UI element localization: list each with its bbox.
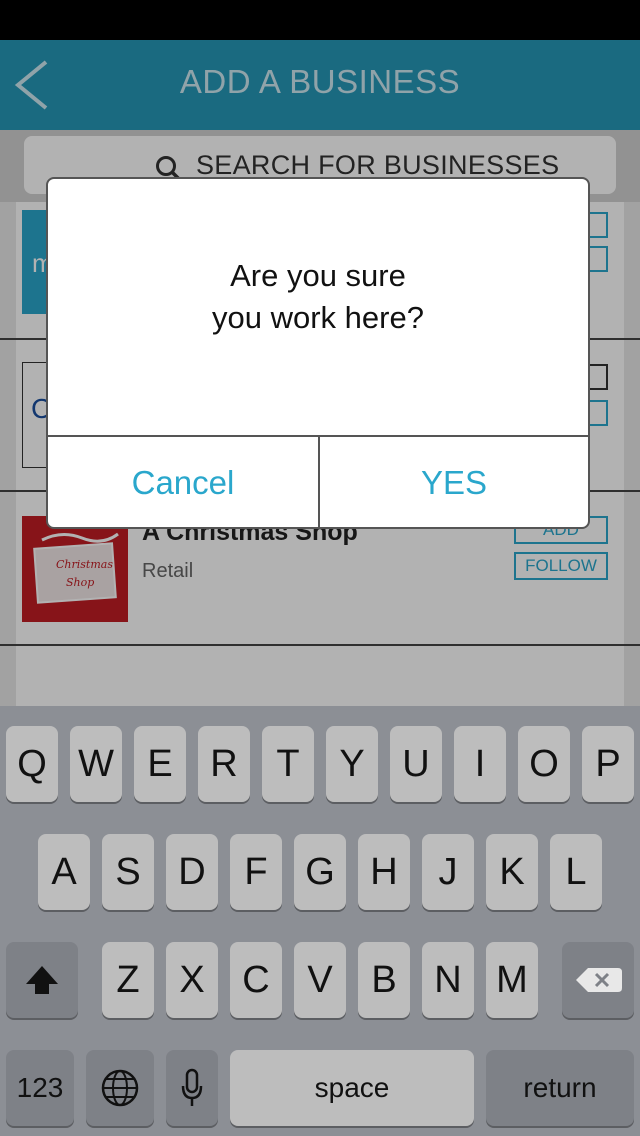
- confirm-dialog: Are you sure you work here? Cancel YES: [46, 177, 590, 529]
- shift-key[interactable]: [6, 942, 78, 1018]
- dialog-message-line2: you work here?: [212, 300, 424, 335]
- key-m[interactable]: M: [486, 942, 538, 1018]
- key-c[interactable]: C: [230, 942, 282, 1018]
- return-key[interactable]: return: [486, 1050, 634, 1126]
- key-i[interactable]: I: [454, 726, 506, 802]
- key-q[interactable]: Q: [6, 726, 58, 802]
- cancel-button[interactable]: Cancel: [48, 437, 318, 527]
- backspace-icon: [576, 968, 622, 992]
- key-f[interactable]: F: [230, 834, 282, 910]
- microphone-icon: [181, 1068, 203, 1106]
- key-v[interactable]: V: [294, 942, 346, 1018]
- key-g[interactable]: G: [294, 834, 346, 910]
- key-x[interactable]: X: [166, 942, 218, 1018]
- dictation-key[interactable]: [166, 1050, 218, 1126]
- key-l[interactable]: L: [550, 834, 602, 910]
- key-r[interactable]: R: [198, 726, 250, 802]
- key-j[interactable]: J: [422, 834, 474, 910]
- globe-key[interactable]: [86, 1050, 154, 1126]
- key-u[interactable]: U: [390, 726, 442, 802]
- key-n[interactable]: N: [422, 942, 474, 1018]
- globe-icon: [101, 1069, 139, 1107]
- shift-icon: [26, 966, 58, 994]
- key-y[interactable]: Y: [326, 726, 378, 802]
- key-o[interactable]: O: [518, 726, 570, 802]
- key-a[interactable]: A: [38, 834, 90, 910]
- key-z[interactable]: Z: [102, 942, 154, 1018]
- keyboard: Q W E R T Y U I O P A S D F G H J K L Z …: [0, 706, 640, 1136]
- status-bar: [0, 0, 640, 40]
- key-h[interactable]: H: [358, 834, 410, 910]
- delete-key[interactable]: [562, 942, 634, 1018]
- key-w[interactable]: W: [70, 726, 122, 802]
- space-key[interactable]: space: [230, 1050, 474, 1126]
- yes-button[interactable]: YES: [320, 437, 588, 527]
- key-t[interactable]: T: [262, 726, 314, 802]
- key-p[interactable]: P: [582, 726, 634, 802]
- key-d[interactable]: D: [166, 834, 218, 910]
- dialog-message: Are you sure you work here?: [48, 255, 588, 339]
- key-e[interactable]: E: [134, 726, 186, 802]
- key-s[interactable]: S: [102, 834, 154, 910]
- numbers-key[interactable]: 123: [6, 1050, 74, 1126]
- key-b[interactable]: B: [358, 942, 410, 1018]
- dialog-message-line1: Are you sure: [230, 258, 406, 293]
- key-k[interactable]: K: [486, 834, 538, 910]
